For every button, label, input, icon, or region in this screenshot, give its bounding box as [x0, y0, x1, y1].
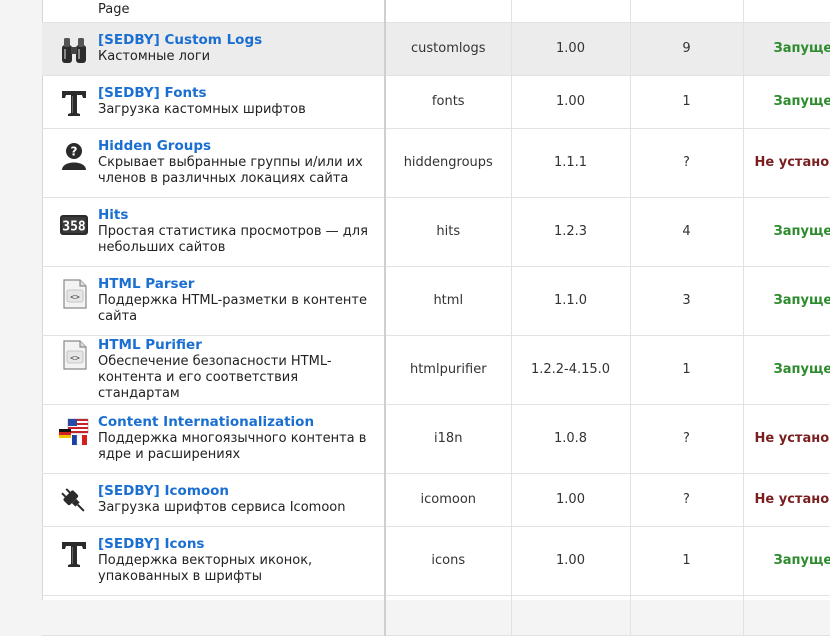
extension-count: 1 [630, 75, 744, 129]
extension-code: i18n [385, 404, 512, 474]
html-document-icon: <> [58, 339, 90, 371]
extension-cell: [SEDBY] Icons Поддержка векторных иконок… [42, 526, 386, 596]
status-badge: Запущен [743, 197, 830, 267]
table-row[interactable]: 358 Hits Простая статистика просмотров —… [42, 197, 830, 267]
extension-count: ? [630, 128, 744, 198]
hits-counter-icon: 358 [58, 209, 90, 241]
extension-version: 1.2.3 [511, 197, 631, 267]
extension-version: 1.00 [511, 473, 631, 527]
table-row[interactable]: <> HTML Purifier Обеспечение безопасност… [42, 335, 830, 405]
extension-count: 1 [630, 526, 744, 596]
extension-title-link[interactable]: [SEDBY] Fonts [98, 85, 306, 101]
font-t-icon [58, 538, 90, 570]
extension-description: Загрузка кастомных шрифтов [98, 101, 306, 117]
extension-cell: [SEDBY] Icomoon Загрузка шрифтов сервиса… [42, 473, 386, 527]
table-row[interactable]: [SEDBY] Icons Поддержка векторных иконок… [42, 526, 830, 596]
table-row[interactable]: Content Internationalization Поддержка м… [42, 404, 830, 474]
extension-description: Поддержка многоязычного контента в ядре … [98, 431, 367, 462]
extension-cell: 358 Hits Простая статистика просмотров —… [42, 197, 386, 267]
status-badge: Не установлен [743, 404, 830, 474]
extension-version: 1.00 [511, 75, 631, 129]
extension-cell: <> HTML Parser Поддержка HTML-разметки в… [42, 266, 386, 336]
extension-code: fonts [385, 75, 512, 129]
plug-icon [58, 485, 90, 517]
extension-title-link[interactable]: HTML Parser [98, 276, 376, 292]
table-row[interactable]: [SEDBY] Fonts Загрузка кастомных шрифтов… [42, 75, 830, 129]
svg-text:?: ? [71, 145, 78, 159]
extension-cell: [SEDBY] Custom Logs Кастомные логи [42, 22, 386, 76]
extension-count: 1 [630, 335, 744, 405]
extension-cell: ? Hidden Groups Скрывает выбранные групп… [42, 128, 386, 198]
table-row [42, 595, 830, 636]
extension-code: hits [385, 197, 512, 267]
extension-description: Поддержка векторных иконок, упакованных … [98, 553, 313, 584]
html-document-icon: <> [58, 278, 90, 310]
extension-title-link[interactable]: [SEDBY] Custom Logs [98, 32, 262, 48]
extension-count: 3 [630, 266, 744, 336]
extension-count: ? [630, 404, 744, 474]
extension-cell: [SEDBY] Fonts Загрузка кастомных шрифтов [42, 75, 386, 129]
table-row[interactable]: [SEDBY] Custom Logs Кастомные логи custo… [42, 22, 830, 76]
status-badge: Запущен [743, 75, 830, 129]
extension-version: 1.1.1 [511, 128, 631, 198]
extension-version: 1.00 [511, 22, 631, 76]
extension-title-link[interactable]: [SEDBY] Icons [98, 536, 376, 552]
extension-count: ? [630, 473, 744, 527]
status-badge: Запущен [743, 335, 830, 405]
extension-title-link[interactable]: HTML Purifier [98, 337, 376, 353]
extension-cell: Content Internationalization Поддержка м… [42, 404, 386, 474]
extension-title-link[interactable]: Content Internationalization [98, 414, 376, 430]
font-t-icon [58, 87, 90, 119]
extension-code: icons [385, 526, 512, 596]
extension-cell: <> HTML Purifier Обеспечение безопасност… [42, 335, 386, 405]
extension-description: Обеспечение безопасности HTML-контента и… [98, 354, 332, 401]
extension-description: Поддержка HTML-разметки в контенте сайта [98, 293, 367, 324]
extension-count: 4 [630, 197, 744, 267]
status-badge: Запущен [743, 22, 830, 76]
status-badge: Не установлен [743, 473, 830, 527]
extension-version: 1.1.0 [511, 266, 631, 336]
binoculars-icon [58, 34, 90, 66]
table-row[interactable]: <> HTML Parser Поддержка HTML-разметки в… [42, 266, 830, 336]
status-badge: Запущен [743, 266, 830, 336]
extension-code: htmlpurifier [385, 335, 512, 405]
extension-count: 9 [630, 22, 744, 76]
table-row[interactable]: [SEDBY] Icomoon Загрузка шрифтов сервиса… [42, 473, 830, 527]
extension-description: Простая статистика просмотров — для небо… [98, 224, 368, 255]
extension-title-link[interactable]: [SEDBY] Icomoon [98, 483, 345, 499]
extension-version: 1.2.2-4.15.0 [511, 335, 631, 405]
extension-description: Скрывает выбранные группы и/или их члено… [98, 155, 363, 186]
extension-code: customlogs [385, 22, 512, 76]
table-row: Page [42, 0, 830, 23]
extension-cell: Page [42, 0, 386, 23]
table-row[interactable]: ? Hidden Groups Скрывает выбранные групп… [42, 128, 830, 198]
status-badge: Запущен [743, 526, 830, 596]
extension-description: Кастомные логи [98, 48, 211, 64]
extension-description: Page [98, 1, 130, 17]
extension-version: 1.0.8 [511, 404, 631, 474]
extension-code: hiddengroups [385, 128, 512, 198]
hidden-user-icon: ? [58, 140, 90, 172]
status-badge: Не установлен [743, 128, 830, 198]
extension-code: html [385, 266, 512, 336]
extension-description: Загрузка шрифтов сервиса Icomoon [98, 499, 346, 515]
extension-version: 1.00 [511, 526, 631, 596]
extension-title-link[interactable]: Hidden Groups [98, 138, 376, 154]
extension-title-link[interactable]: Hits [98, 207, 376, 223]
svg-text:358: 358 [62, 220, 86, 235]
extensions-table: Page [SEDBY] Custom Logs Кастомные логи … [42, 0, 830, 636]
svg-text:<>: <> [70, 293, 80, 302]
svg-text:<>: <> [70, 354, 80, 363]
extension-code: icomoon [385, 473, 512, 527]
flags-icon [58, 416, 90, 448]
